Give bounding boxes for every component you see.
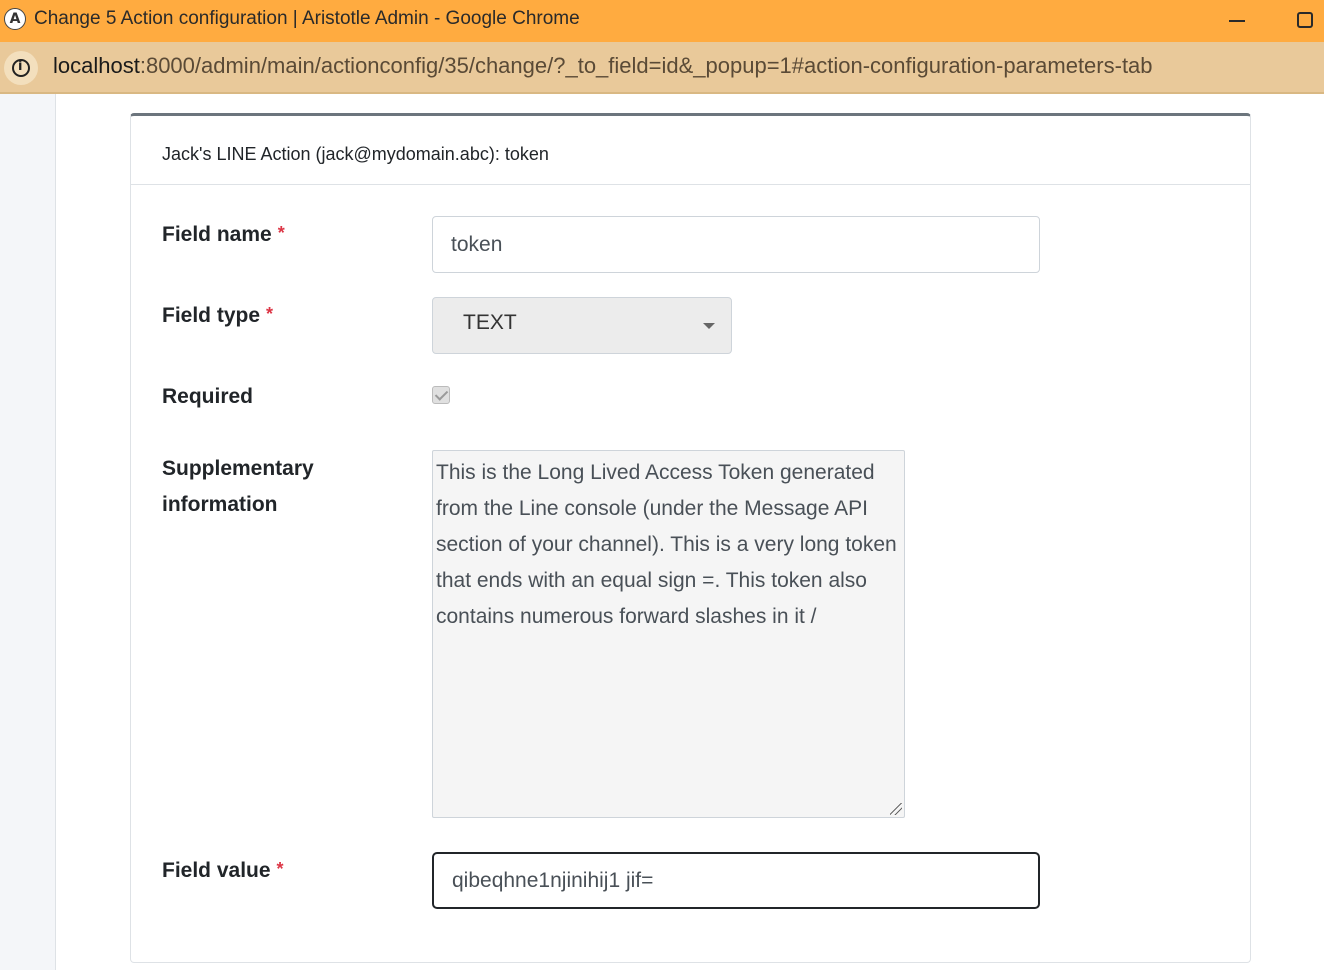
card-header: Jack's LINE Action (jack@mydomain.abc): … xyxy=(131,116,1250,185)
required-asterisk: * xyxy=(266,304,274,324)
caret-down-icon xyxy=(703,323,715,329)
field-name-label: Field name * xyxy=(162,217,285,253)
inline-form-card: Jack's LINE Action (jack@mydomain.abc): … xyxy=(130,113,1251,963)
window-maximize-icon[interactable] xyxy=(1290,6,1320,36)
window-title: Change 5 Action configuration | Aristotl… xyxy=(34,8,580,29)
info-icon[interactable] xyxy=(4,51,38,85)
field-type-select[interactable]: TEXT xyxy=(432,297,732,354)
url-host: localhost xyxy=(53,53,140,78)
field-type-value: TEXT xyxy=(463,311,517,334)
supplementary-label-line1: Supplementary xyxy=(162,457,314,480)
field-name-input[interactable] xyxy=(432,216,1040,273)
field-type-label: Field type * xyxy=(162,298,273,334)
required-asterisk: * xyxy=(276,859,284,879)
required-asterisk: * xyxy=(277,223,285,243)
field-value-input[interactable] xyxy=(432,852,1040,909)
app-logo-icon: A xyxy=(4,8,26,30)
required-checkbox[interactable] xyxy=(432,386,450,404)
page-left-strip xyxy=(0,94,56,970)
address-bar: localhost:8000/admin/main/actionconfig/3… xyxy=(0,42,1324,94)
resize-handle-icon[interactable] xyxy=(890,803,902,815)
supplementary-info-textarea[interactable]: This is the Long Lived Access Token gene… xyxy=(432,450,905,818)
field-name-label-text: Field name xyxy=(162,223,272,246)
browser-title-bar: A Change 5 Action configuration | Aristo… xyxy=(0,0,1324,42)
field-type-label-text: Field type xyxy=(162,304,261,327)
supplementary-label-line2: information xyxy=(162,493,278,516)
supplementary-info-text: This is the Long Lived Access Token gene… xyxy=(436,461,897,628)
supplementary-info-label: Supplementary information xyxy=(162,451,314,523)
card-title: Jack's LINE Action (jack@mydomain.abc): … xyxy=(162,144,549,164)
field-value-label-text: Field value xyxy=(162,859,271,882)
window-minimize-icon[interactable] xyxy=(1222,6,1252,36)
check-icon xyxy=(434,387,449,401)
url-path: :8000/admin/main/actionconfig/35/change/… xyxy=(139,53,1153,78)
required-label: Required xyxy=(162,385,254,408)
field-value-label: Field value * xyxy=(162,853,284,889)
url-field[interactable]: localhost:8000/admin/main/actionconfig/3… xyxy=(53,53,1153,79)
